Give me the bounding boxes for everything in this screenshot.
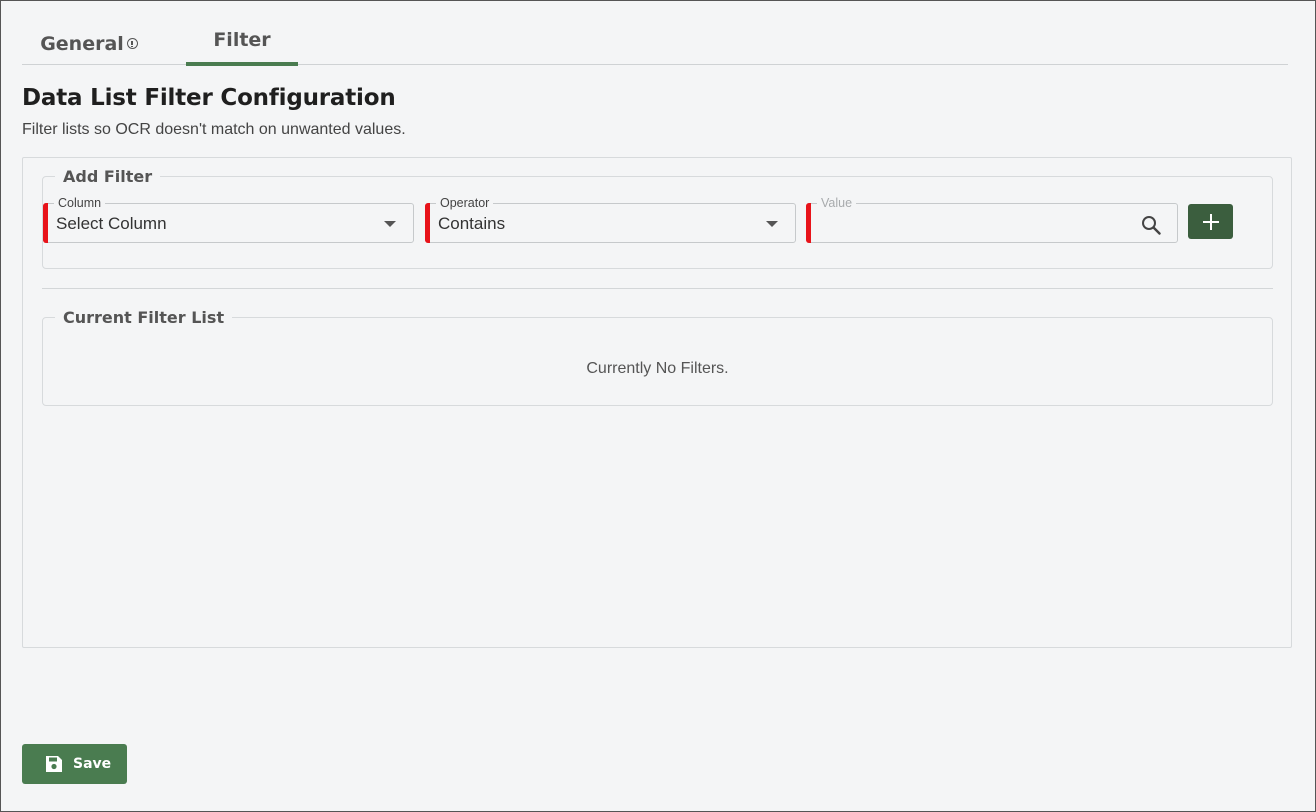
info-icon — [126, 38, 138, 49]
chevron-down-icon — [384, 221, 396, 227]
tab-general-label: General — [40, 32, 124, 55]
add-filter-button[interactable] — [1188, 204, 1233, 239]
current-filter-list-group: Current Filter List Currently No Filters… — [42, 308, 1273, 406]
tab-filter[interactable]: Filter — [186, 19, 298, 66]
required-indicator — [43, 203, 48, 243]
search-icon[interactable] — [1141, 215, 1161, 235]
save-button[interactable]: Save — [22, 744, 127, 784]
operator-label: Operator — [436, 196, 494, 210]
tab-general[interactable]: General — [22, 19, 156, 64]
divider — [42, 288, 1273, 289]
operator-select[interactable]: Operator Contains — [425, 196, 796, 243]
app-window: General Filter Data List Filter Configur… — [0, 0, 1316, 812]
floppy-disk-icon — [46, 756, 62, 772]
filter-config-panel: Add Filter Column Select Column Operator… — [22, 157, 1292, 648]
plus-icon — [1202, 213, 1219, 230]
operator-selected-value: Contains — [438, 214, 506, 233]
required-indicator — [806, 203, 811, 243]
empty-filters-message: Currently No Filters. — [586, 360, 729, 377]
chevron-down-icon — [766, 221, 778, 227]
page-subtitle: Filter lists so OCR doesn't match on unw… — [22, 121, 406, 138]
value-label: Value — [817, 196, 857, 210]
current-filter-list-legend: Current Filter List — [63, 308, 225, 327]
add-filter-legend: Add Filter — [63, 167, 153, 186]
tab-bar: General Filter — [22, 19, 1288, 66]
column-label: Column — [54, 196, 106, 210]
page-title: Data List Filter Configuration — [22, 85, 396, 111]
save-button-label: Save — [73, 756, 112, 772]
tab-filter-label: Filter — [213, 28, 271, 51]
column-select[interactable]: Column Select Column — [43, 196, 414, 243]
required-indicator — [425, 203, 430, 243]
column-selected-value: Select Column — [56, 214, 167, 233]
value-input[interactable]: Value — [806, 196, 1178, 243]
